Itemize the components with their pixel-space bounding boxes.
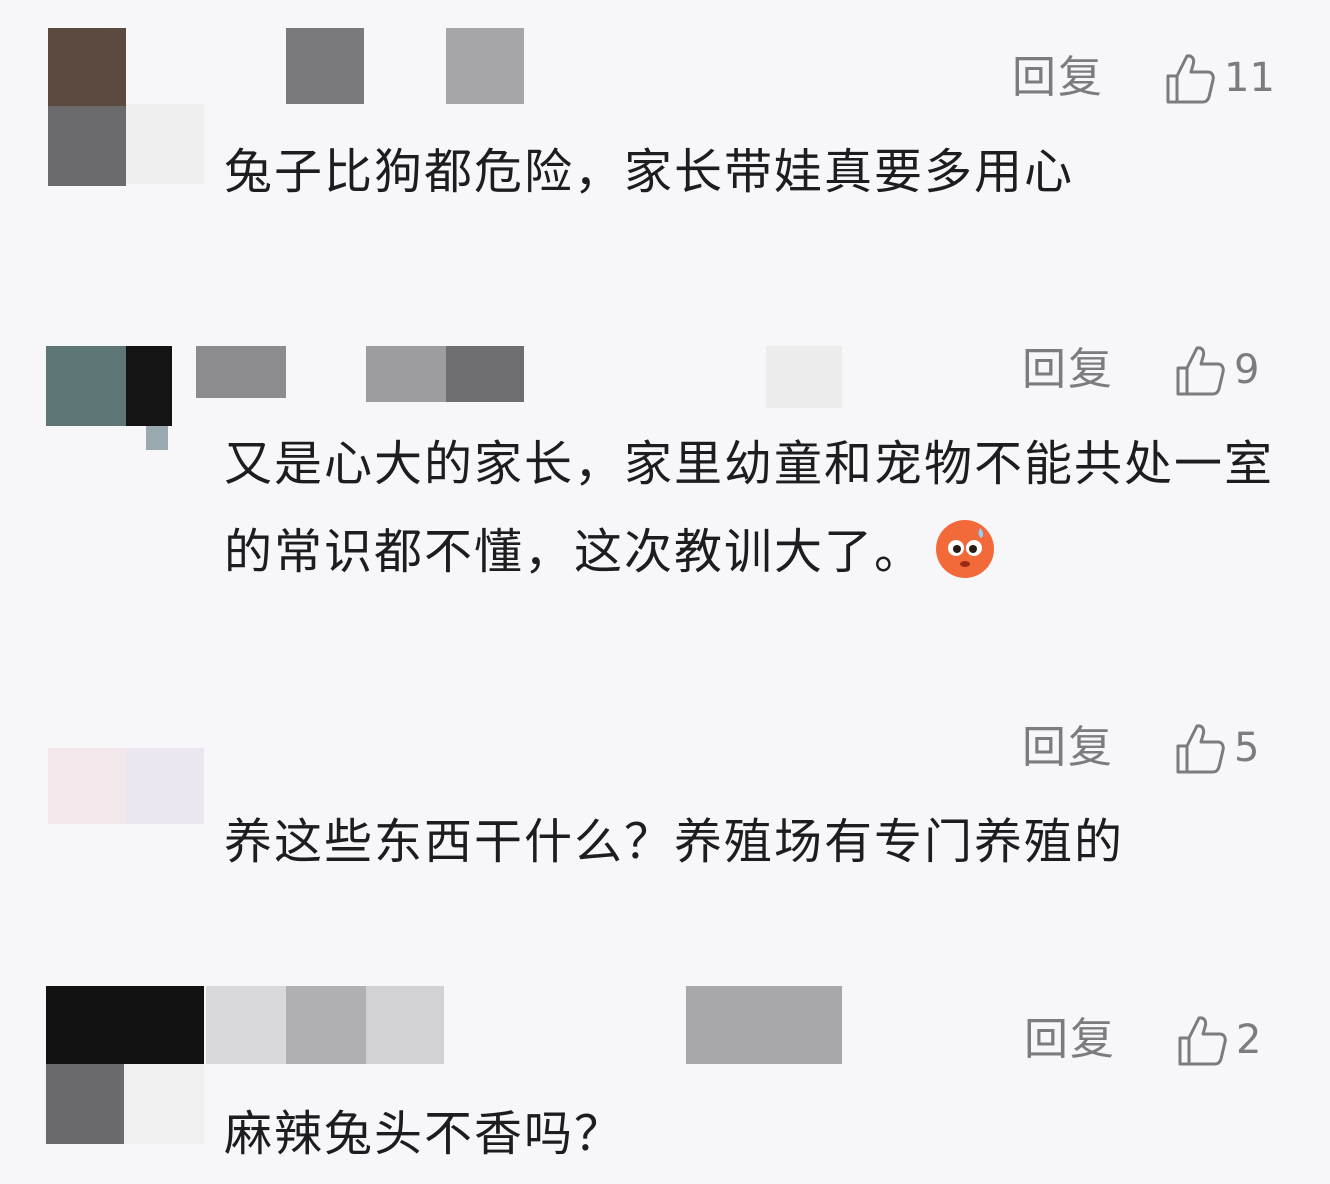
username-redacted[interactable]	[196, 346, 286, 398]
avatar[interactable]	[48, 748, 204, 824]
avatar[interactable]	[46, 346, 176, 450]
username-redacted[interactable]	[766, 346, 842, 408]
username-redacted[interactable]	[366, 986, 444, 1064]
like-count: 5	[1234, 725, 1260, 771]
username-redacted[interactable]	[366, 346, 446, 402]
thumbs-up-icon	[1176, 724, 1225, 774]
reply-button[interactable]: 回复	[1024, 1018, 1116, 1062]
scared-emoji-icon	[934, 518, 996, 580]
avatar[interactable]	[48, 28, 126, 186]
reply-button[interactable]: 回复	[1012, 56, 1104, 100]
username-redacted[interactable]	[126, 104, 204, 184]
like-button[interactable]: 2	[1174, 1012, 1261, 1068]
comment-actions: 回复 9	[1022, 342, 1259, 398]
like-button[interactable]: 9	[1172, 342, 1259, 398]
username-redacted[interactable]	[446, 346, 524, 402]
thumbs-up-icon	[1176, 346, 1225, 396]
thumbs-up-icon	[1178, 1016, 1227, 1066]
comment-actions: 回复 11	[1012, 50, 1275, 106]
like-count: 11	[1224, 55, 1275, 101]
like-button[interactable]: 11	[1162, 50, 1275, 106]
comment-text: 养这些东西干什么？养殖场有专门养殖的	[224, 814, 1125, 870]
thumbs-up-icon	[1166, 54, 1215, 104]
reply-button[interactable]: 回复	[1022, 726, 1114, 770]
username-redacted[interactable]	[206, 986, 286, 1064]
like-count: 9	[1234, 347, 1260, 393]
comment-text-content: 又是心大的家长，家里幼童和宠物不能共处一室的常识都不懂，这次教训大了。	[224, 436, 1275, 580]
reply-button[interactable]: 回复	[1022, 348, 1114, 392]
like-button[interactable]: 5	[1172, 720, 1259, 776]
comment-actions: 回复 2	[1024, 1012, 1261, 1068]
comment-text: 兔子比狗都危险，家长带娃真要多用心	[224, 144, 1075, 200]
comment-text: 麻辣兔头不香吗？	[224, 1106, 625, 1162]
avatar[interactable]	[46, 986, 204, 1144]
username-redacted[interactable]	[286, 986, 366, 1064]
comment-text: 又是心大的家长，家里幼童和宠物不能共处一室的常识都不懂，这次教训大了。	[224, 420, 1284, 596]
username-redacted[interactable]	[286, 28, 364, 104]
username-redacted[interactable]	[686, 986, 842, 1064]
like-count: 2	[1236, 1017, 1262, 1063]
comment-actions: 回复 5	[1022, 720, 1259, 776]
username-redacted[interactable]	[446, 28, 524, 104]
